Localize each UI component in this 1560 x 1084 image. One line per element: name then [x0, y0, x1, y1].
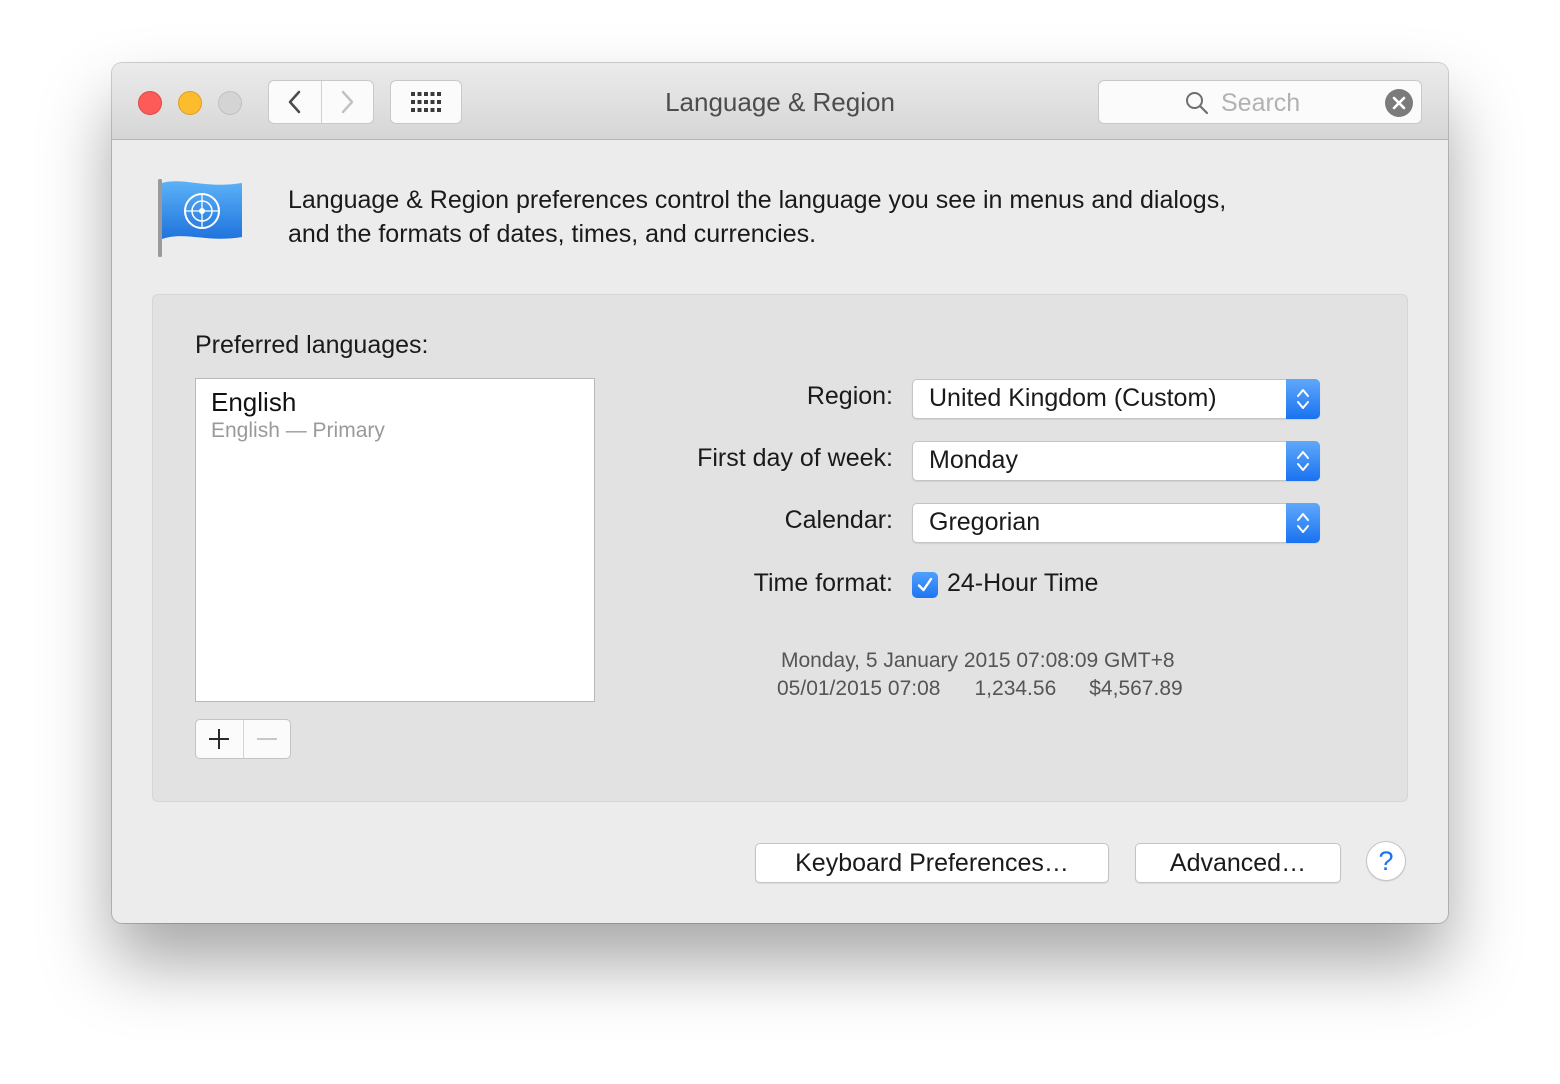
- checkmark-icon: [917, 577, 933, 592]
- first-day-label: First day of week:: [697, 444, 893, 472]
- 24-hour-checkbox[interactable]: [912, 572, 938, 598]
- clear-icon: [1392, 96, 1406, 110]
- remove-language-button[interactable]: [242, 720, 291, 758]
- calendar-label: Calendar:: [784, 506, 893, 534]
- language-list[interactable]: English English — Primary: [195, 378, 595, 702]
- back-button[interactable]: [269, 81, 321, 123]
- help-button[interactable]: ?: [1366, 841, 1406, 881]
- sample-currency: $4,567.89: [1089, 677, 1183, 700]
- description-line-2: and the formats of dates, times, and cur…: [288, 220, 817, 248]
- chevron-updown-icon: [1286, 503, 1320, 543]
- keyboard-preferences-button[interactable]: Keyboard Preferences…: [755, 843, 1109, 883]
- calendar-popup[interactable]: Gregorian: [912, 503, 1320, 543]
- region-label: Region:: [806, 382, 893, 410]
- minus-icon: [256, 738, 277, 740]
- search-placeholder: Search: [1221, 89, 1301, 117]
- nav-buttons: [268, 80, 374, 124]
- chevron-updown-icon: [1286, 379, 1320, 419]
- calendar-value: Gregorian: [929, 508, 1041, 536]
- sample-long-date: Monday, 5 January 2015 07:08:09 GMT+8: [781, 649, 1175, 672]
- language-flag-icon: [158, 179, 242, 257]
- back-icon: [288, 90, 300, 114]
- plus-icon: [209, 729, 230, 749]
- region-value: United Kingdom (Custom): [929, 384, 1217, 412]
- region-popup[interactable]: United Kingdom (Custom): [912, 379, 1320, 419]
- add-remove-control: [195, 719, 291, 759]
- zoom-button[interactable]: [218, 91, 242, 115]
- format-sample: Monday, 5 January 2015 07:08:09 GMT+8 05…: [777, 647, 1183, 703]
- settings-panel: Preferred languages: English English — P…: [152, 294, 1408, 802]
- close-button[interactable]: [138, 91, 162, 115]
- language-detail: English — Primary: [211, 419, 385, 442]
- chevron-updown-icon: [1286, 441, 1320, 481]
- minimize-button[interactable]: [178, 91, 202, 115]
- language-name: English: [211, 387, 297, 417]
- clear-search-button[interactable]: [1385, 89, 1413, 117]
- preferences-window: Language & Region Search Language & Regi…: [112, 63, 1448, 923]
- sample-short-date: 05/01/2015 07:08: [777, 677, 941, 700]
- first-day-popup[interactable]: Monday: [912, 441, 1320, 481]
- first-day-value: Monday: [929, 446, 1018, 474]
- 24-hour-label[interactable]: 24-Hour Time: [947, 569, 1098, 598]
- description-line-1: Language & Region preferences control th…: [288, 186, 1227, 214]
- search-icon: [1186, 92, 1209, 115]
- search-field[interactable]: Search: [1098, 80, 1422, 124]
- sample-short-line: 05/01/2015 07:08 1,234.56 $4,567.89: [777, 675, 1183, 703]
- add-language-button[interactable]: [196, 720, 243, 758]
- sample-number: 1,234.56: [974, 677, 1057, 700]
- advanced-button[interactable]: Advanced…: [1135, 843, 1341, 883]
- forward-icon: [342, 90, 354, 114]
- show-all-button[interactable]: [390, 80, 462, 124]
- time-format-label: Time format:: [753, 569, 893, 597]
- description-text: Language & Region preferences control th…: [288, 183, 1368, 251]
- titlebar: Language & Region Search: [112, 63, 1448, 140]
- forward-button[interactable]: [320, 81, 374, 123]
- grid-icon: [411, 92, 441, 112]
- preferred-languages-label: Preferred languages:: [195, 331, 429, 359]
